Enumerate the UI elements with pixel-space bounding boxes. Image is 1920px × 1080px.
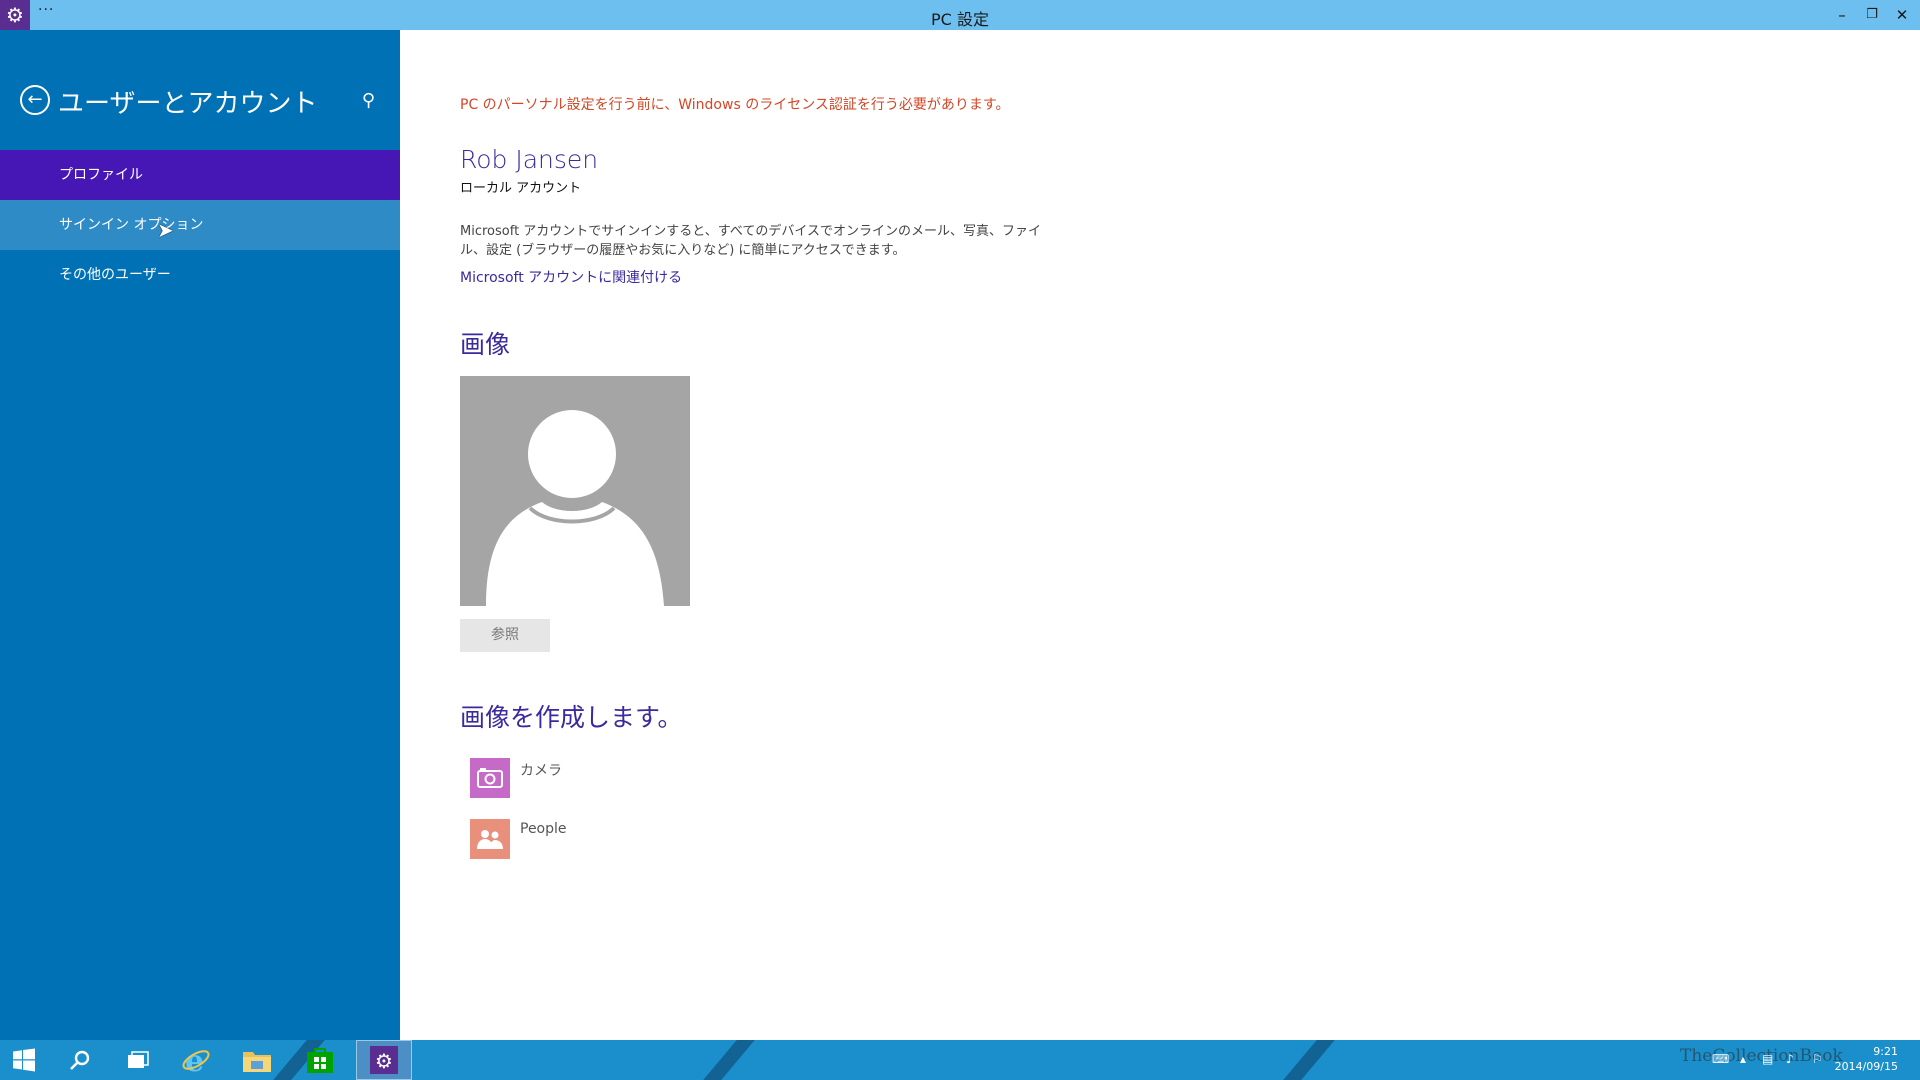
- minimize-button[interactable]: –: [1826, 3, 1858, 27]
- camera-icon: [470, 758, 510, 798]
- window-title: PC 設定: [931, 10, 989, 29]
- taskbar-decoration: [1274, 1040, 1344, 1080]
- close-button[interactable]: ✕: [1886, 3, 1918, 27]
- account-type: ローカル アカウント: [460, 181, 582, 196]
- nav-item-sign-in-options[interactable]: サインイン オプション: [0, 200, 400, 250]
- volume-icon[interactable]: ♪: [1786, 1052, 1794, 1066]
- taskbar: e ⚙ TheCollectionBook ⌨ ▴ ▤ ♪ ⚐ 9:21 201…: [0, 1040, 1920, 1080]
- search-icon[interactable]: ⚲: [362, 90, 375, 111]
- activation-warning: PC のパーソナル設定を行う前に、Windows のライセンス認証を行う必要があ…: [460, 97, 1010, 113]
- default-user-icon: [486, 410, 664, 606]
- people-icon: [470, 819, 510, 859]
- time: 9:21: [1873, 1045, 1898, 1058]
- svg-text:e: e: [185, 1045, 204, 1075]
- connect-microsoft-account-link[interactable]: Microsoft アカウントに関連付ける: [460, 267, 682, 287]
- main-content: PC のパーソナル設定を行う前に、Windows のライセンス認証を行う必要があ…: [400, 30, 1920, 1040]
- file-explorer-icon[interactable]: [233, 1040, 281, 1080]
- date: 2014/09/15: [1834, 1060, 1898, 1073]
- clock[interactable]: 9:21 2014/09/15: [1835, 1044, 1898, 1074]
- settings-icon[interactable]: ⚙: [356, 1040, 412, 1080]
- user-name: Rob Jansen: [460, 145, 599, 174]
- camera-label: カメラ: [520, 763, 562, 779]
- action-center-icon[interactable]: ⚐: [1812, 1052, 1823, 1066]
- taskbar-decoration: [694, 1040, 764, 1080]
- keyboard-icon[interactable]: ⌨: [1712, 1052, 1729, 1066]
- internet-explorer-icon[interactable]: e: [172, 1040, 220, 1080]
- create-picture-heading: 画像を作成します。: [460, 703, 683, 732]
- windows-start-icon[interactable]: [0, 1040, 48, 1080]
- picture-heading: 画像: [460, 330, 511, 359]
- nav-item-other-users[interactable]: その他のユーザー: [0, 250, 400, 300]
- camera-app-item[interactable]: カメラ: [470, 758, 562, 798]
- restore-button[interactable]: ❐: [1856, 3, 1888, 27]
- browse-button[interactable]: 参照: [460, 619, 550, 652]
- back-arrow-icon[interactable]: ←: [20, 85, 50, 115]
- store-icon[interactable]: [296, 1040, 344, 1080]
- svg-text:⚙: ⚙: [375, 1049, 393, 1073]
- navigation-pane: ← ユーザーとアカウント ⚲ プロファイル サインイン オプション その他のユー…: [0, 30, 400, 1040]
- nav-item-profile[interactable]: プロファイル: [0, 150, 400, 200]
- show-hidden-icons-icon[interactable]: ▴: [1740, 1052, 1746, 1066]
- people-label: People: [520, 821, 567, 837]
- account-description: Microsoft アカウントでサインインすると、すべてのデバイスでオンラインの…: [460, 224, 1041, 258]
- people-app-item[interactable]: People: [470, 819, 567, 859]
- pane-title: ユーザーとアカウント: [58, 89, 318, 119]
- mouse-cursor-icon: ➤: [157, 218, 174, 242]
- network-icon[interactable]: ▤: [1762, 1052, 1773, 1066]
- task-view-icon[interactable]: [114, 1040, 162, 1080]
- search-icon[interactable]: [56, 1040, 104, 1080]
- title-bar: ⚙ ··· PC 設定 – ❐ ✕: [0, 0, 1920, 30]
- account-picture: [460, 376, 690, 606]
